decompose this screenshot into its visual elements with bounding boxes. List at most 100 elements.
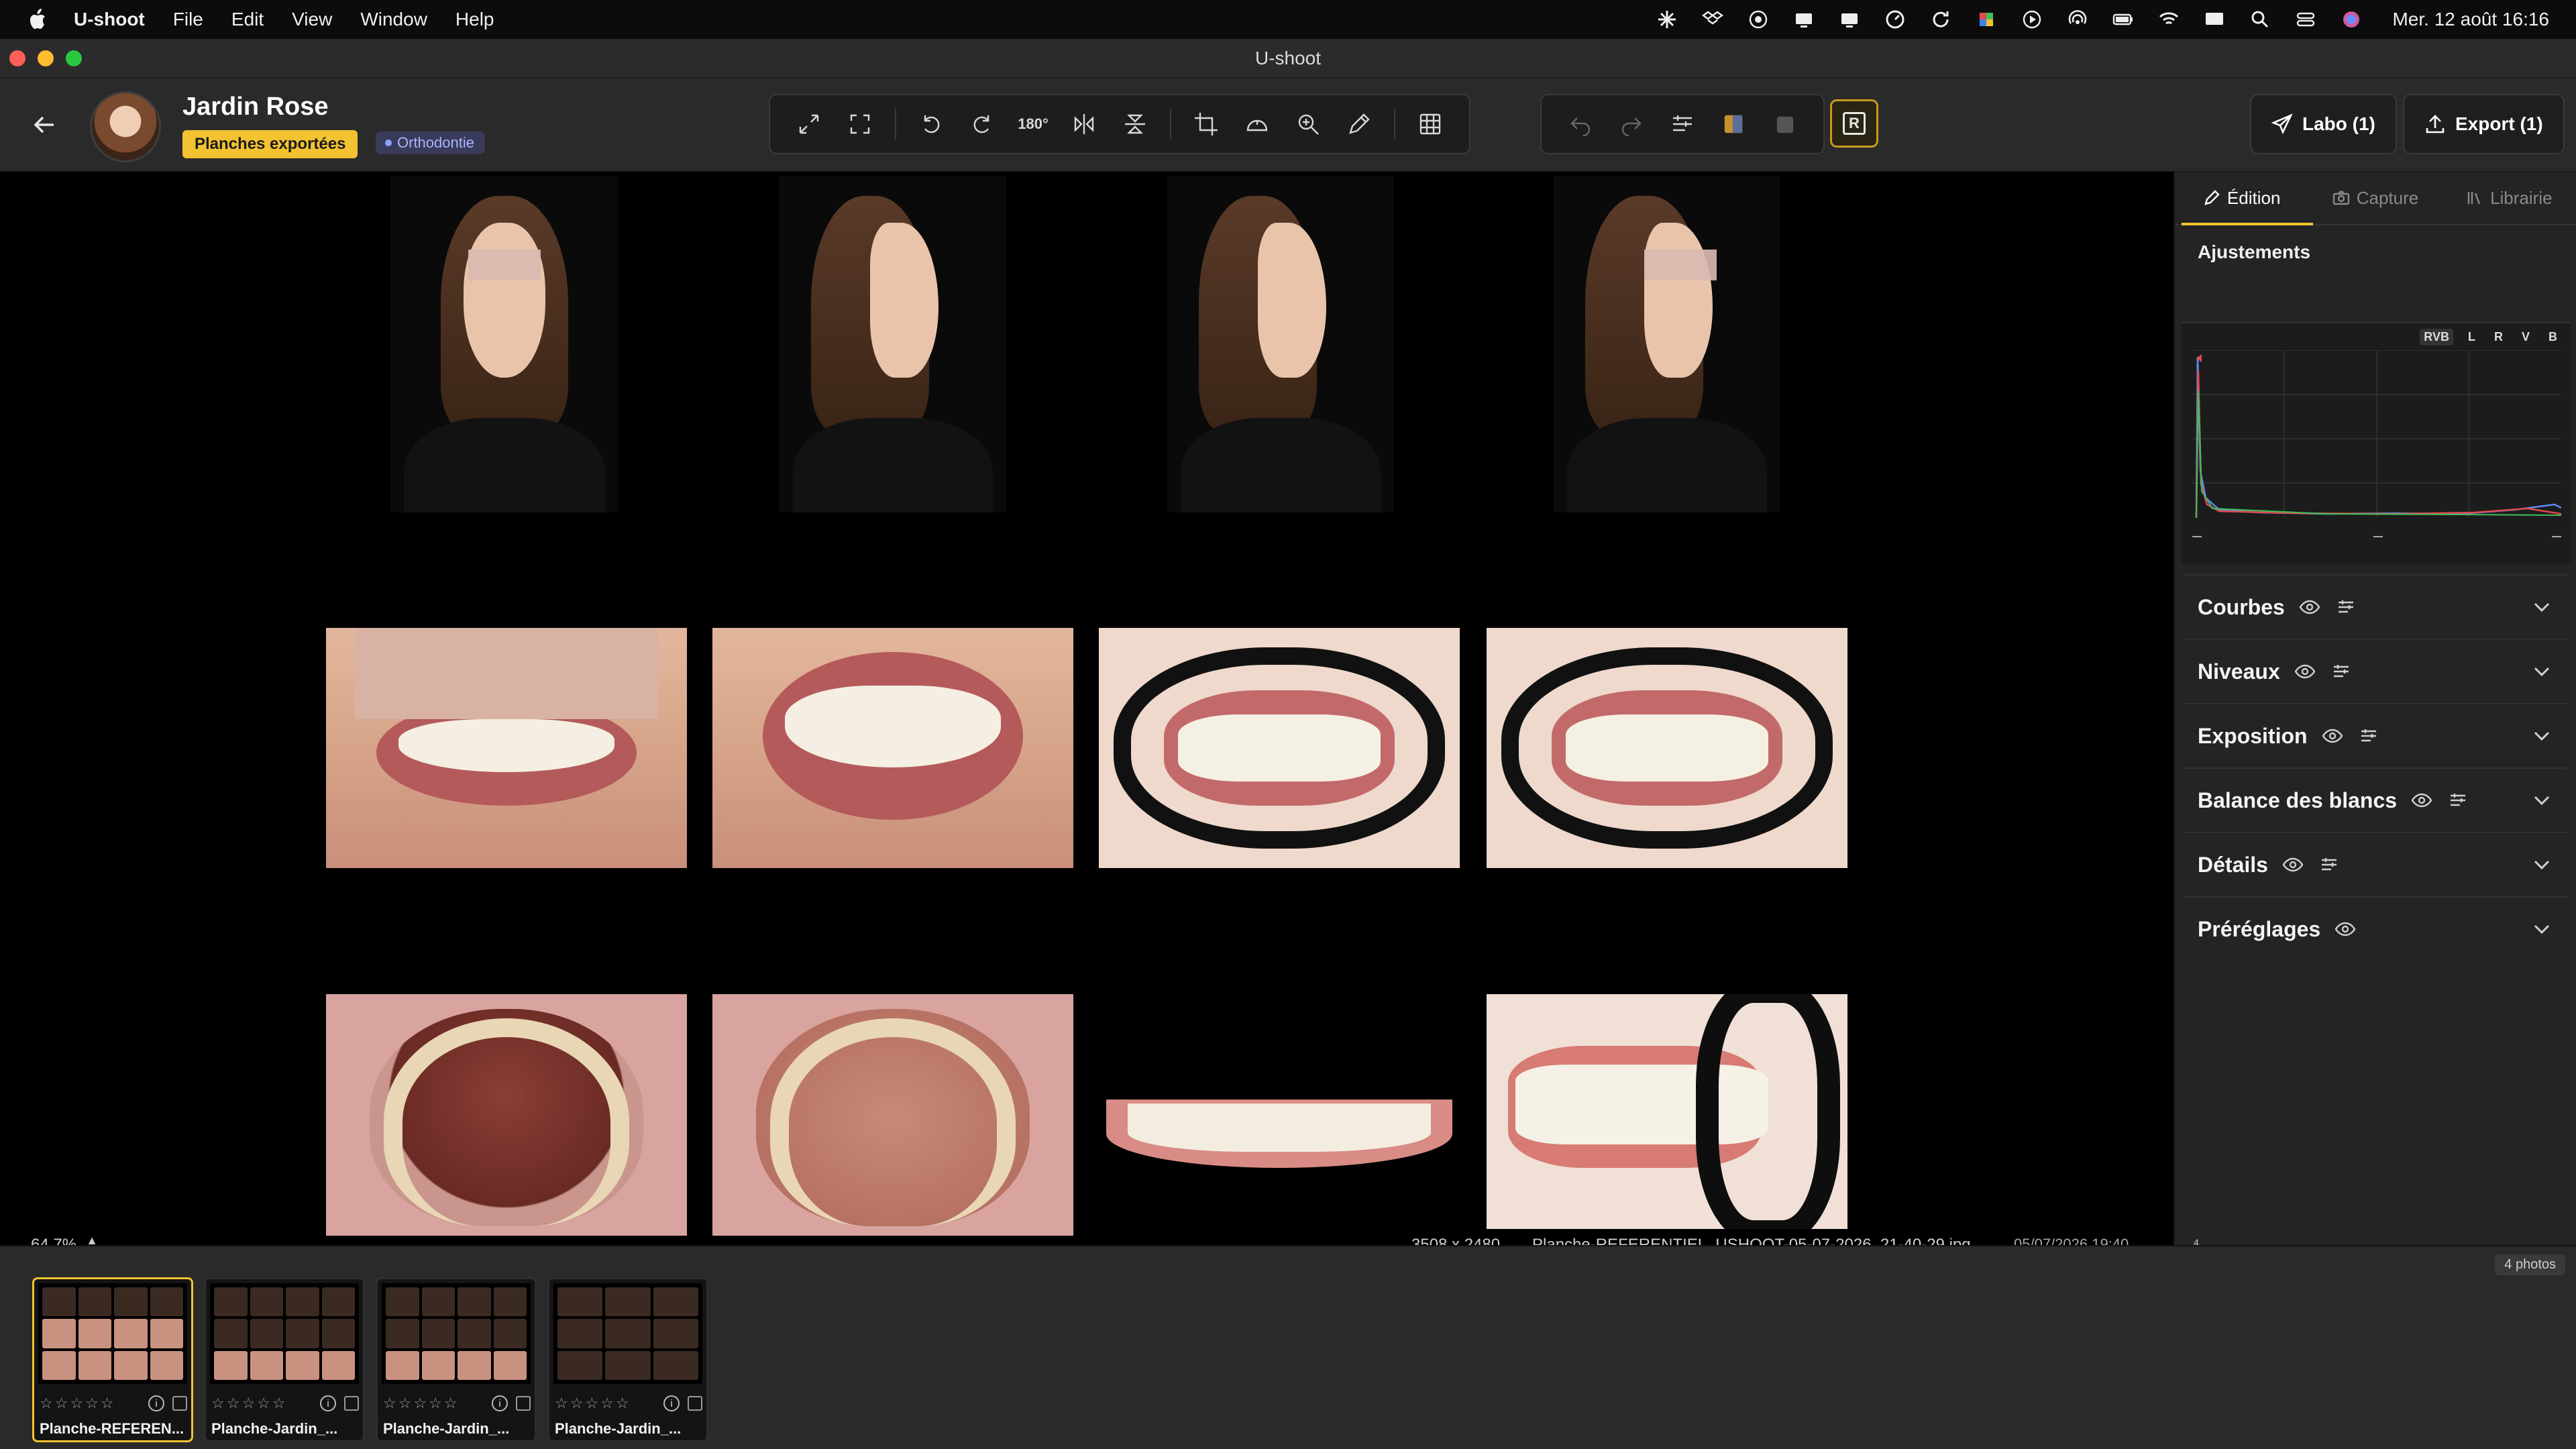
histogram-channel-r[interactable]: R xyxy=(2490,329,2507,345)
thumb-checkbox[interactable] xyxy=(688,1396,702,1411)
undo-icon[interactable] xyxy=(1555,104,1606,144)
eye-icon[interactable] xyxy=(2282,853,2304,876)
thumb-rating-stars-icon[interactable]: ☆☆☆☆☆ xyxy=(40,1395,116,1412)
eye-icon[interactable] xyxy=(2334,918,2357,941)
retractor-occlusion-photo[interactable] xyxy=(1487,628,1847,868)
menu-view[interactable]: View xyxy=(292,9,332,30)
close-window-button[interactable] xyxy=(9,50,25,66)
straighten-icon[interactable] xyxy=(1232,104,1283,144)
filmstrip-thumb[interactable]: ☆☆☆☆☆ i Planche-Jardin_... xyxy=(547,1277,708,1442)
chevron-down-icon[interactable] xyxy=(2530,789,2553,812)
app-colorful-icon[interactable] xyxy=(1975,9,1998,30)
pen-icon[interactable] xyxy=(1334,104,1385,144)
smile-frontal-photo[interactable] xyxy=(326,628,687,868)
histogram-channel-l[interactable]: L xyxy=(2464,329,2479,345)
thumb-checkbox[interactable] xyxy=(172,1396,187,1411)
portrait-frontal-photo[interactable] xyxy=(390,176,619,513)
histogram-channel-b[interactable]: B xyxy=(2544,329,2561,345)
anterior-teeth-photo[interactable] xyxy=(1099,1056,1460,1170)
occlusal-upper-photo[interactable] xyxy=(326,994,687,1236)
monitor-icon[interactable] xyxy=(1838,9,1861,30)
filmstrip-thumb[interactable]: ☆☆☆☆☆ i Planche-Jardin_... xyxy=(204,1277,365,1442)
chevron-down-icon[interactable] xyxy=(2530,596,2553,619)
thumb-rating-stars-icon[interactable]: ☆☆☆☆☆ xyxy=(383,1395,460,1412)
apple-logo-icon[interactable] xyxy=(27,8,47,31)
dropbox-icon[interactable] xyxy=(1701,9,1724,30)
control-center-icon[interactable] xyxy=(2294,9,2317,30)
play-icon[interactable] xyxy=(2021,9,2043,30)
overlay-icon[interactable] xyxy=(1759,104,1810,144)
zoom-in-icon[interactable] xyxy=(1283,104,1334,144)
gauge-icon[interactable] xyxy=(1884,9,1907,30)
flip-horizontal-icon[interactable] xyxy=(1059,104,1110,144)
sync-icon[interactable] xyxy=(1929,9,1952,30)
eye-tray-icon[interactable] xyxy=(1747,9,1770,30)
sliders-icon[interactable] xyxy=(2330,660,2353,683)
crop-icon[interactable] xyxy=(1181,104,1232,144)
thumb-rating-stars-icon[interactable]: ☆☆☆☆☆ xyxy=(211,1395,288,1412)
sliders-icon[interactable] xyxy=(2357,724,2380,747)
section-prereglages[interactable]: Préréglages xyxy=(2183,896,2568,961)
section-courbes[interactable]: Courbes xyxy=(2183,574,2568,639)
info-icon[interactable]: i xyxy=(492,1395,508,1411)
wifi-icon[interactable] xyxy=(2157,9,2180,30)
before-after-icon[interactable] xyxy=(1708,104,1759,144)
section-niveaux[interactable]: Niveaux xyxy=(2183,639,2568,703)
section-balance-des-blancs[interactable]: Balance des blancs xyxy=(2183,767,2568,832)
retractor-frontal-photo[interactable] xyxy=(1099,628,1460,868)
menu-file[interactable]: File xyxy=(173,9,203,30)
back-arrow-icon[interactable] xyxy=(30,110,59,140)
airdrop-icon[interactable] xyxy=(2066,9,2089,30)
redo-icon[interactable] xyxy=(1606,104,1657,144)
tab-capture[interactable]: Capture xyxy=(2308,172,2442,224)
sliders-icon[interactable] xyxy=(2447,789,2469,812)
tab-edition[interactable]: Édition xyxy=(2175,172,2308,224)
tab-librairie[interactable]: Librairie xyxy=(2443,172,2576,224)
info-icon[interactable]: i xyxy=(320,1395,336,1411)
portrait-profile-photo[interactable] xyxy=(780,176,1006,513)
r-mode-button[interactable]: R xyxy=(1830,99,1878,148)
sliders-icon[interactable] xyxy=(2334,596,2357,619)
image-viewer[interactable]: 64.7% ▲▼ 3508 x 2480 Planche-REFERENTIEL… xyxy=(0,172,2174,1256)
portrait-profile-smile-photo[interactable] xyxy=(1167,176,1394,513)
histogram-channel-v[interactable]: V xyxy=(2518,329,2534,345)
lateral-occlusion-photo[interactable] xyxy=(1487,994,1847,1229)
rotate-left-icon[interactable] xyxy=(906,104,957,144)
eye-icon[interactable] xyxy=(2298,596,2321,619)
info-icon[interactable]: i xyxy=(148,1395,164,1411)
smile-closeup-photo[interactable] xyxy=(712,628,1073,868)
siri-icon[interactable] xyxy=(2340,9,2363,30)
grid-icon[interactable] xyxy=(1405,104,1456,144)
adjustments-icon[interactable] xyxy=(1657,104,1708,144)
rotate-right-icon[interactable] xyxy=(957,104,1008,144)
filmstrip-thumb[interactable]: ☆☆☆☆☆ i Planche-Jardin_... xyxy=(376,1277,537,1442)
sliders-icon[interactable] xyxy=(2318,853,2341,876)
menu-app-name[interactable]: U-shoot xyxy=(74,9,145,30)
thumb-rating-stars-icon[interactable]: ☆☆☆☆☆ xyxy=(555,1395,631,1412)
chevron-down-icon[interactable] xyxy=(2530,660,2553,683)
section-details[interactable]: Détails xyxy=(2183,832,2568,896)
occlusal-lower-photo[interactable] xyxy=(712,994,1073,1236)
display-icon[interactable] xyxy=(1792,9,1815,30)
flip-vertical-icon[interactable] xyxy=(1110,104,1161,144)
search-icon[interactable] xyxy=(2249,9,2271,30)
export-button[interactable]: Export (1) xyxy=(2403,94,2565,154)
menu-window[interactable]: Window xyxy=(360,9,427,30)
chevron-down-icon[interactable] xyxy=(2530,918,2553,941)
eye-icon[interactable] xyxy=(2410,789,2433,812)
thumb-checkbox[interactable] xyxy=(516,1396,531,1411)
menu-help[interactable]: Help xyxy=(455,9,494,30)
sparkle-icon[interactable] xyxy=(1656,9,1678,30)
portrait-three-quarter-photo[interactable] xyxy=(1554,176,1780,513)
eye-icon[interactable] xyxy=(2294,660,2316,683)
eye-icon[interactable] xyxy=(2321,724,2344,747)
screen-share-icon[interactable] xyxy=(2203,9,2226,30)
chevron-down-icon[interactable] xyxy=(2530,853,2553,876)
patient-avatar[interactable] xyxy=(90,91,161,162)
thumb-checkbox[interactable] xyxy=(344,1396,359,1411)
minimize-window-button[interactable] xyxy=(38,50,54,66)
menu-bar-clock[interactable]: Mer. 12 août 16:16 xyxy=(2392,9,2549,30)
labo-button[interactable]: Labo (1) xyxy=(2250,94,2397,154)
filmstrip-thumb[interactable]: ☆☆☆☆☆ i Planche-REFEREN... xyxy=(32,1277,193,1442)
zoom-window-button[interactable] xyxy=(66,50,82,66)
